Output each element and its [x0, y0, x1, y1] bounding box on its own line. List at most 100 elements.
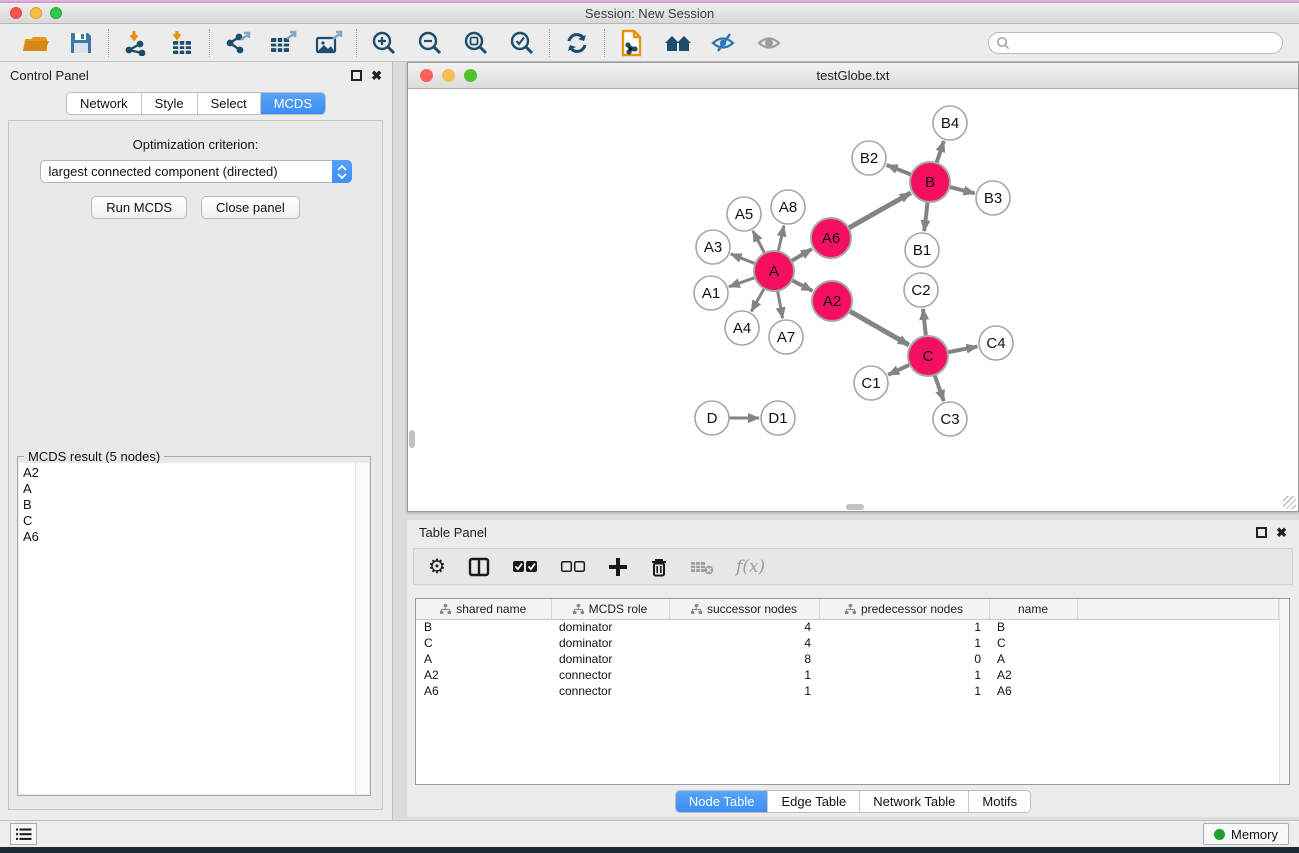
table-cell[interactable]: A6: [989, 683, 1077, 699]
table-cell[interactable]: B: [989, 619, 1077, 635]
edge-A-A6[interactable]: [791, 249, 812, 261]
node-B3[interactable]: B3: [976, 181, 1010, 215]
edge-C-C2[interactable]: [923, 309, 926, 336]
node-B4[interactable]: B4: [933, 106, 967, 140]
hide-selected-icon[interactable]: [709, 29, 739, 57]
node-A4[interactable]: A4: [725, 311, 759, 345]
table-cell[interactable]: 1: [819, 619, 989, 635]
search-field[interactable]: [988, 32, 1283, 54]
run-mcds-button[interactable]: Run MCDS: [91, 196, 187, 219]
search-input[interactable]: [1010, 34, 1282, 52]
edge-A-A5[interactable]: [753, 231, 765, 253]
table-cell[interactable]: 1: [819, 667, 989, 683]
close-panel-icon[interactable]: ✖: [371, 70, 382, 81]
zoom-fit-icon[interactable]: [461, 29, 491, 57]
column-header-successor-nodes[interactable]: successor nodes: [669, 599, 819, 619]
table-cell[interactable]: A2: [989, 667, 1077, 683]
table-cell[interactable]: 1: [819, 683, 989, 699]
node-D[interactable]: D: [695, 401, 729, 435]
table-cell[interactable]: 0: [819, 651, 989, 667]
table-cell[interactable]: connector: [551, 667, 669, 683]
node-C1[interactable]: C1: [854, 366, 888, 400]
node-A2[interactable]: A2: [812, 281, 852, 321]
mcds-result-list[interactable]: A2ABCA6: [19, 463, 355, 794]
node-B[interactable]: B: [910, 162, 950, 202]
node-C2[interactable]: C2: [904, 273, 938, 307]
export-network-icon[interactable]: [222, 29, 252, 57]
table-row[interactable]: Adominator80A: [416, 651, 1279, 667]
network-window-titlebar[interactable]: testGlobe.txt: [408, 63, 1298, 89]
column-header-predecessor-nodes[interactable]: predecessor nodes: [819, 599, 989, 619]
table-cell[interactable]: 4: [669, 619, 819, 635]
close-table-panel-icon[interactable]: ✖: [1276, 527, 1287, 538]
create-column-icon[interactable]: [608, 557, 628, 577]
table-cell[interactable]: A: [416, 651, 551, 667]
edge-A-A3[interactable]: [731, 254, 756, 264]
edge-A-A8[interactable]: [778, 226, 784, 252]
optimization-criterion-dropdown[interactable]: largest connected component (directed): [40, 160, 352, 183]
edge-C-C3[interactable]: [935, 375, 944, 401]
node-C[interactable]: C: [908, 336, 948, 376]
first-neighbors-icon[interactable]: [663, 29, 693, 57]
table-row[interactable]: A6connector11A6: [416, 683, 1279, 699]
result-item[interactable]: C: [23, 513, 355, 529]
edge-B-B2[interactable]: [887, 165, 912, 175]
tab-edge-table[interactable]: Edge Table: [768, 791, 860, 812]
result-item[interactable]: A: [23, 481, 355, 497]
table-scrollbar[interactable]: [1279, 599, 1289, 784]
table-cell[interactable]: A6: [416, 683, 551, 699]
edge-B-B3[interactable]: [949, 187, 974, 193]
select-columns-icon[interactable]: [468, 557, 490, 577]
table-cell[interactable]: A: [989, 651, 1077, 667]
open-file-icon[interactable]: [20, 29, 50, 57]
edge-C-C1[interactable]: [888, 365, 910, 375]
tab-select[interactable]: Select: [198, 93, 261, 114]
node-B2[interactable]: B2: [852, 141, 886, 175]
tab-network-table[interactable]: Network Table: [860, 791, 969, 812]
node-A8[interactable]: A8: [771, 190, 805, 224]
task-history-button[interactable]: [10, 823, 37, 845]
tab-node-table[interactable]: Node Table: [676, 791, 769, 812]
export-table-icon[interactable]: [268, 29, 298, 57]
result-item[interactable]: A2: [23, 465, 355, 481]
table-cell[interactable]: connector: [551, 683, 669, 699]
network-vertical-scrollbar[interactable]: [409, 430, 415, 448]
table-cell[interactable]: dominator: [551, 635, 669, 651]
edge-B-B4[interactable]: [936, 141, 943, 163]
show-all-icon[interactable]: [755, 29, 785, 57]
network-canvas[interactable]: B4B2BB3A5A8A6A3B1AA1C2A2A4A7C4CC1C3DD1: [409, 90, 1297, 510]
tab-mcds[interactable]: MCDS: [261, 93, 325, 114]
edge-A-A7[interactable]: [778, 291, 783, 319]
node-A5[interactable]: A5: [727, 197, 761, 231]
import-network-icon[interactable]: [121, 29, 151, 57]
table-cell[interactable]: dominator: [551, 651, 669, 667]
import-table-icon[interactable]: [167, 29, 197, 57]
table-cell[interactable]: B: [416, 619, 551, 635]
node-A1[interactable]: A1: [694, 276, 728, 310]
node-A7[interactable]: A7: [769, 320, 803, 354]
close-panel-button[interactable]: Close panel: [201, 196, 300, 219]
edge-A-A2[interactable]: [792, 280, 813, 291]
table-cell[interactable]: dominator: [551, 619, 669, 635]
table-row[interactable]: A2connector11A2: [416, 667, 1279, 683]
memory-button[interactable]: Memory: [1203, 823, 1289, 845]
node-A6[interactable]: A6: [811, 218, 851, 258]
table-row[interactable]: Cdominator41C: [416, 635, 1279, 651]
node-A[interactable]: A: [754, 251, 794, 291]
save-session-icon[interactable]: [66, 29, 96, 57]
export-image-icon[interactable]: [314, 29, 344, 57]
delete-column-icon[interactable]: [650, 557, 668, 577]
column-header-shared-name[interactable]: shared name: [416, 599, 551, 619]
table-cell[interactable]: 1: [669, 683, 819, 699]
edge-A2-C[interactable]: [849, 311, 909, 345]
table-cell[interactable]: 4: [669, 635, 819, 651]
new-network-from-selection-icon[interactable]: [617, 29, 647, 57]
table-row[interactable]: Bdominator41B: [416, 619, 1279, 635]
float-panel-icon[interactable]: [351, 70, 362, 81]
zoom-out-icon[interactable]: [415, 29, 445, 57]
deselect-all-columns-icon[interactable]: [560, 560, 586, 574]
table-cell[interactable]: C: [416, 635, 551, 651]
node-C3[interactable]: C3: [933, 402, 967, 436]
node-C4[interactable]: C4: [979, 326, 1013, 360]
zoom-in-icon[interactable]: [369, 29, 399, 57]
